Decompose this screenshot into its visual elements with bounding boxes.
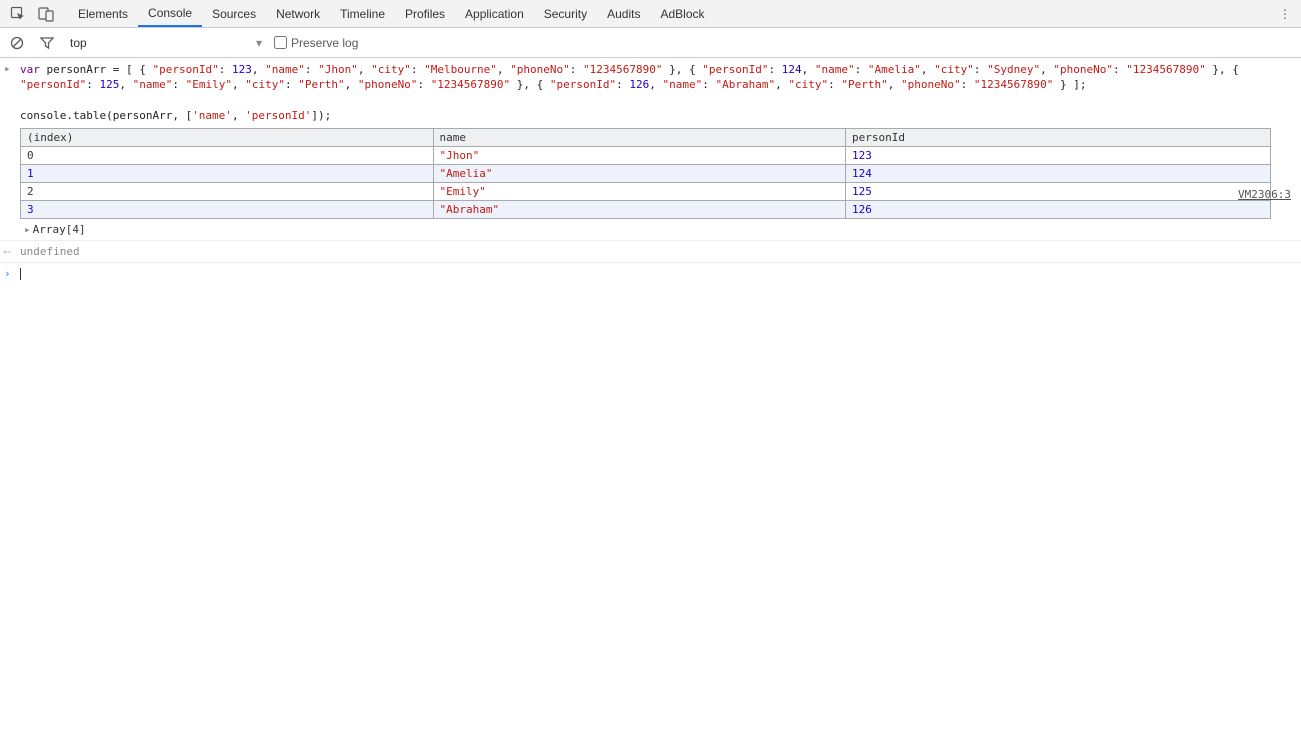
chevron-down-icon: ▾ [256, 36, 262, 50]
cell-name: "Amelia" [433, 164, 846, 182]
th-index[interactable]: (index) [21, 128, 434, 146]
table-row[interactable]: 3"Abraham"126 [21, 200, 1271, 218]
tab-adblock[interactable]: AdBlock [650, 0, 714, 27]
return-value: ⟵ undefined [0, 241, 1301, 263]
expand-icon[interactable]: ▸ [4, 62, 11, 75]
tab-timeline[interactable]: Timeline [330, 0, 395, 27]
table-row[interactable]: 2"Emily"125 [21, 182, 1271, 200]
console-table: (index) name personId 0"Jhon"1231"Amelia… [20, 128, 1271, 219]
cell-index: 2 [21, 182, 434, 200]
cell-index: 0 [21, 146, 434, 164]
cell-name: "Jhon" [433, 146, 846, 164]
source-link[interactable]: VM2306:3 [1238, 188, 1291, 201]
tab-security[interactable]: Security [534, 0, 597, 27]
log-entry-input: ▸ var personArr = [ { "personId": 123, "… [0, 58, 1301, 241]
tab-profiles[interactable]: Profiles [395, 0, 455, 27]
array-summary-text: Array[4] [33, 223, 86, 236]
panel-tabs: Elements Console Sources Network Timelin… [68, 0, 715, 27]
preserve-log-checkbox[interactable] [274, 36, 287, 49]
tab-application[interactable]: Application [455, 0, 534, 27]
device-icon[interactable] [32, 0, 60, 28]
cell-index: 3 [21, 200, 434, 218]
preserve-log-label: Preserve log [291, 36, 358, 50]
console-log: ▸ var personArr = [ { "personId": 123, "… [0, 58, 1301, 284]
console-prompt[interactable]: › [0, 263, 1301, 284]
context-selector[interactable]: top ▾ [66, 36, 266, 50]
clear-icon[interactable] [6, 32, 28, 54]
cell-personid: 123 [846, 146, 1271, 164]
expand-array-icon[interactable]: ▸ [24, 223, 31, 236]
cell-name: "Emily" [433, 182, 846, 200]
table-row[interactable]: 1"Amelia"124 [21, 164, 1271, 182]
filter-icon[interactable] [36, 32, 58, 54]
code-text[interactable]: var personArr = [ { "personId": 123, "na… [20, 62, 1295, 124]
devtools-tabbar: Elements Console Sources Network Timelin… [0, 0, 1301, 28]
return-icon: ⟵ [4, 245, 11, 258]
th-name[interactable]: name [433, 128, 846, 146]
inspect-icon[interactable] [4, 0, 32, 28]
table-header-row: (index) name personId [21, 128, 1271, 146]
preserve-log-toggle[interactable]: Preserve log [274, 36, 358, 50]
undefined-text: undefined [20, 245, 80, 258]
tab-elements[interactable]: Elements [68, 0, 138, 27]
cell-name: "Abraham" [433, 200, 846, 218]
table-body: 0"Jhon"1231"Amelia"1242"Emily"1253"Abrah… [21, 146, 1271, 218]
cell-personid: 125 [846, 182, 1271, 200]
prompt-icon: › [4, 267, 11, 280]
more-icon[interactable]: ⋮ [1273, 7, 1297, 21]
th-personid[interactable]: personId [846, 128, 1271, 146]
cell-index: 1 [21, 164, 434, 182]
cursor [20, 268, 21, 280]
table-row[interactable]: 0"Jhon"123 [21, 146, 1271, 164]
cell-personid: 126 [846, 200, 1271, 218]
tab-audits[interactable]: Audits [597, 0, 650, 27]
array-summary[interactable]: ▸Array[4] [20, 223, 1295, 236]
tab-console[interactable]: Console [138, 0, 202, 27]
console-toolbar: top ▾ Preserve log [0, 28, 1301, 58]
cell-personid: 124 [846, 164, 1271, 182]
tab-sources[interactable]: Sources [202, 0, 266, 27]
context-label: top [70, 36, 87, 50]
tab-network[interactable]: Network [266, 0, 330, 27]
